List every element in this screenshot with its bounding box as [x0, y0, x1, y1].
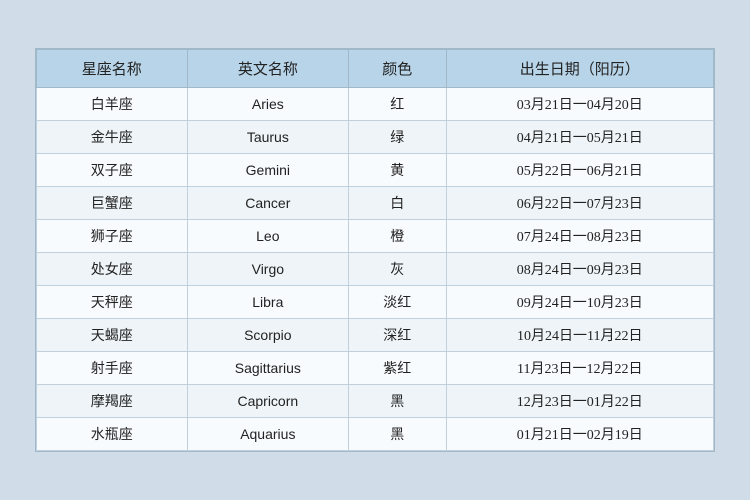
table-row: 摩羯座Capricorn黑12月23日一01月22日 [37, 385, 714, 418]
cell-zh: 射手座 [37, 352, 188, 385]
cell-date: 01月21日一02月19日 [446, 418, 713, 451]
table-row: 巨蟹座Cancer白06月22日一07月23日 [37, 187, 714, 220]
cell-color: 深红 [349, 319, 446, 352]
cell-zh: 狮子座 [37, 220, 188, 253]
cell-color: 绿 [349, 121, 446, 154]
cell-color: 红 [349, 88, 446, 121]
col-header-color: 颜色 [349, 50, 446, 88]
table-row: 天秤座Libra淡红09月24日一10月23日 [37, 286, 714, 319]
cell-date: 07月24日一08月23日 [446, 220, 713, 253]
cell-zh: 水瓶座 [37, 418, 188, 451]
cell-en: Virgo [187, 253, 348, 286]
cell-color: 黑 [349, 418, 446, 451]
cell-en: Libra [187, 286, 348, 319]
cell-color: 紫红 [349, 352, 446, 385]
cell-color: 淡红 [349, 286, 446, 319]
cell-date: 06月22日一07月23日 [446, 187, 713, 220]
table-row: 水瓶座Aquarius黑01月21日一02月19日 [37, 418, 714, 451]
cell-color: 黄 [349, 154, 446, 187]
table-row: 处女座Virgo灰08月24日一09月23日 [37, 253, 714, 286]
zodiac-table-container: 星座名称 英文名称 颜色 出生日期（阳历） 白羊座Aries红03月21日一04… [35, 48, 715, 452]
cell-color: 灰 [349, 253, 446, 286]
cell-en: Taurus [187, 121, 348, 154]
cell-zh: 处女座 [37, 253, 188, 286]
cell-zh: 双子座 [37, 154, 188, 187]
cell-en: Cancer [187, 187, 348, 220]
cell-en: Capricorn [187, 385, 348, 418]
cell-en: Sagittarius [187, 352, 348, 385]
cell-date: 12月23日一01月22日 [446, 385, 713, 418]
table-row: 狮子座Leo橙07月24日一08月23日 [37, 220, 714, 253]
cell-zh: 巨蟹座 [37, 187, 188, 220]
cell-color: 黑 [349, 385, 446, 418]
table-row: 天蝎座Scorpio深红10月24日一11月22日 [37, 319, 714, 352]
cell-date: 09月24日一10月23日 [446, 286, 713, 319]
cell-zh: 天蝎座 [37, 319, 188, 352]
table-row: 白羊座Aries红03月21日一04月20日 [37, 88, 714, 121]
cell-date: 04月21日一05月21日 [446, 121, 713, 154]
col-header-date: 出生日期（阳历） [446, 50, 713, 88]
cell-en: Leo [187, 220, 348, 253]
cell-date: 03月21日一04月20日 [446, 88, 713, 121]
cell-en: Aquarius [187, 418, 348, 451]
cell-en: Aries [187, 88, 348, 121]
table-row: 金牛座Taurus绿04月21日一05月21日 [37, 121, 714, 154]
cell-date: 08月24日一09月23日 [446, 253, 713, 286]
cell-date: 05月22日一06月21日 [446, 154, 713, 187]
cell-color: 白 [349, 187, 446, 220]
table-row: 双子座Gemini黄05月22日一06月21日 [37, 154, 714, 187]
cell-zh: 摩羯座 [37, 385, 188, 418]
cell-en: Scorpio [187, 319, 348, 352]
table-header-row: 星座名称 英文名称 颜色 出生日期（阳历） [37, 50, 714, 88]
zodiac-table: 星座名称 英文名称 颜色 出生日期（阳历） 白羊座Aries红03月21日一04… [36, 49, 714, 451]
cell-en: Gemini [187, 154, 348, 187]
cell-zh: 白羊座 [37, 88, 188, 121]
cell-color: 橙 [349, 220, 446, 253]
col-header-en: 英文名称 [187, 50, 348, 88]
col-header-zh: 星座名称 [37, 50, 188, 88]
cell-zh: 天秤座 [37, 286, 188, 319]
cell-zh: 金牛座 [37, 121, 188, 154]
cell-date: 11月23日一12月22日 [446, 352, 713, 385]
cell-date: 10月24日一11月22日 [446, 319, 713, 352]
table-row: 射手座Sagittarius紫红11月23日一12月22日 [37, 352, 714, 385]
